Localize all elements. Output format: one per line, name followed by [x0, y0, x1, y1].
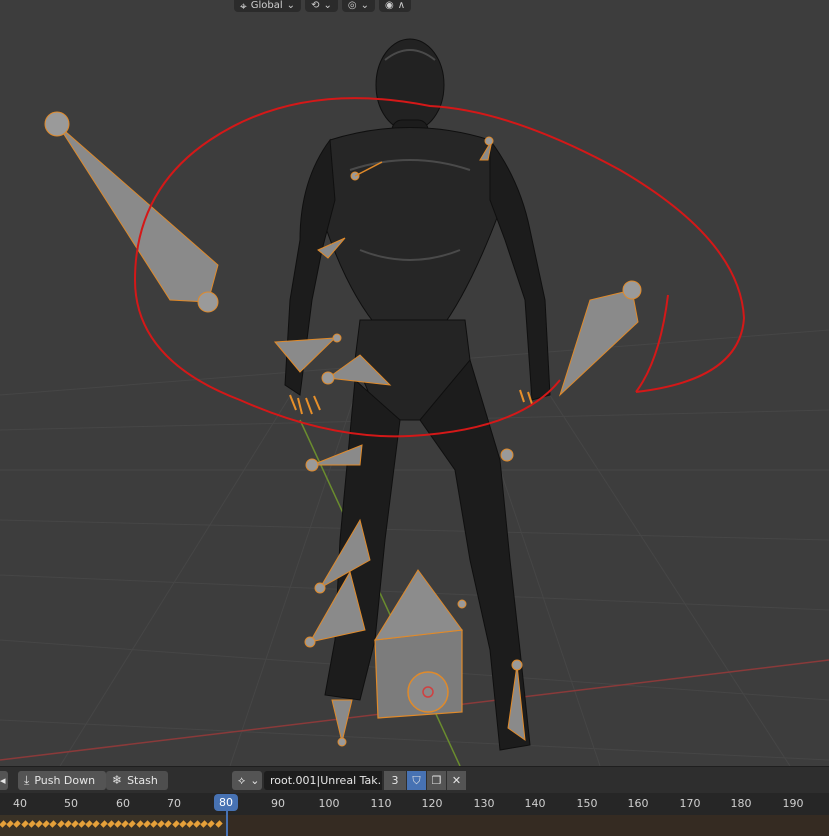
- frame-tick: 90: [271, 797, 285, 810]
- transform-orientation-dropdown[interactable]: ⌖ Global ⌄: [234, 0, 302, 13]
- proportional-edit-icon: ◎: [347, 0, 357, 11]
- frame-tick: 180: [730, 797, 752, 810]
- action-user-count[interactable]: 3: [384, 771, 406, 790]
- frame-tick: 70: [167, 797, 181, 810]
- action-editor-header: ◂ ⤓ Push Down ❄ Stash ⟡ ⌄ root.001|Unrea…: [0, 766, 829, 793]
- frame-ruler[interactable]: 40 50 60 70 80 90 100 110 120 130 140 15…: [0, 793, 829, 815]
- viewport-header: ⌖ Global ⌄ ⟲ ⌄ ◎ ⌄ ◉ ∧: [234, 0, 412, 13]
- playhead[interactable]: [226, 811, 228, 836]
- frame-tick: 130: [473, 797, 495, 810]
- action-browse-dropdown[interactable]: ⟡ ⌄: [232, 771, 262, 790]
- copy-icon: ❐: [431, 774, 442, 787]
- push-down-icon: ⤓: [24, 773, 30, 787]
- stash-label: Stash: [127, 774, 158, 787]
- keyframe-strip[interactable]: [0, 820, 226, 830]
- viewport-canvas: [0, 38, 829, 766]
- frame-tick: 50: [64, 797, 78, 810]
- frame-tick: 170: [679, 797, 701, 810]
- curve-icon: ∧: [397, 0, 406, 11]
- unlink-action-button[interactable]: ✕: [447, 771, 466, 790]
- duplicate-action-button[interactable]: ❐: [427, 771, 446, 790]
- chevron-down-icon: ⌄: [286, 0, 296, 11]
- frame-tick: 120: [421, 797, 443, 810]
- shield-icon: ⛉: [412, 773, 421, 787]
- bone-right-arm[interactable]: [558, 280, 642, 397]
- bone-upper-left[interactable]: [44, 111, 219, 313]
- frame-tick: 160: [627, 797, 649, 810]
- pivot-snap-button[interactable]: ⟲ ⌄: [305, 0, 338, 12]
- close-icon: ✕: [451, 774, 462, 787]
- keyframe-diamond[interactable]: [214, 820, 223, 828]
- snap-icon: ⟲: [311, 0, 320, 11]
- fake-user-button[interactable]: ⛉: [407, 771, 426, 790]
- frame-tick: 110: [370, 797, 392, 810]
- chevron-down-icon: ⌄: [360, 0, 369, 11]
- snowflake-icon: ❄: [112, 773, 123, 787]
- overlay-button[interactable]: ◉ ∧: [378, 0, 412, 12]
- chevron-down-icon: ⌄: [323, 0, 332, 11]
- stash-button[interactable]: ❄ Stash: [106, 771, 168, 790]
- frame-tick: 140: [524, 797, 546, 810]
- 3d-viewport[interactable]: ⌖ Global ⌄ ⟲ ⌄ ◎ ⌄ ◉ ∧: [0, 0, 829, 766]
- transform-orientation-label: Global: [250, 0, 283, 11]
- push-down-button[interactable]: ⤓ Push Down: [18, 771, 106, 790]
- arrow-icon: ◂: [0, 774, 6, 787]
- frame-tick: 100: [318, 797, 340, 810]
- frame-tick: 150: [576, 797, 598, 810]
- action-name-field[interactable]: root.001|Unreal Tak...: [264, 771, 382, 790]
- collapse-button[interactable]: ◂: [0, 771, 8, 790]
- action-icon: ⟡: [238, 774, 246, 787]
- frame-tick: 190: [782, 797, 804, 810]
- root-control-cube[interactable]: [374, 569, 463, 719]
- chevron-down-icon: ⌄: [250, 774, 260, 787]
- orientation-icon: ⌖: [240, 0, 247, 13]
- frame-tick: 40: [13, 797, 27, 810]
- push-down-label: Push Down: [34, 774, 96, 787]
- frame-tick: 60: [116, 797, 130, 810]
- proportional-edit-button[interactable]: ◎ ⌄: [341, 0, 375, 12]
- overlay-icon: ◉: [384, 0, 394, 11]
- blender-window: ⌖ Global ⌄ ⟲ ⌄ ◎ ⌄ ◉ ∧ ◂ ⤓ Push Down ❄ S…: [0, 0, 829, 836]
- current-frame-indicator[interactable]: 80: [214, 794, 238, 811]
